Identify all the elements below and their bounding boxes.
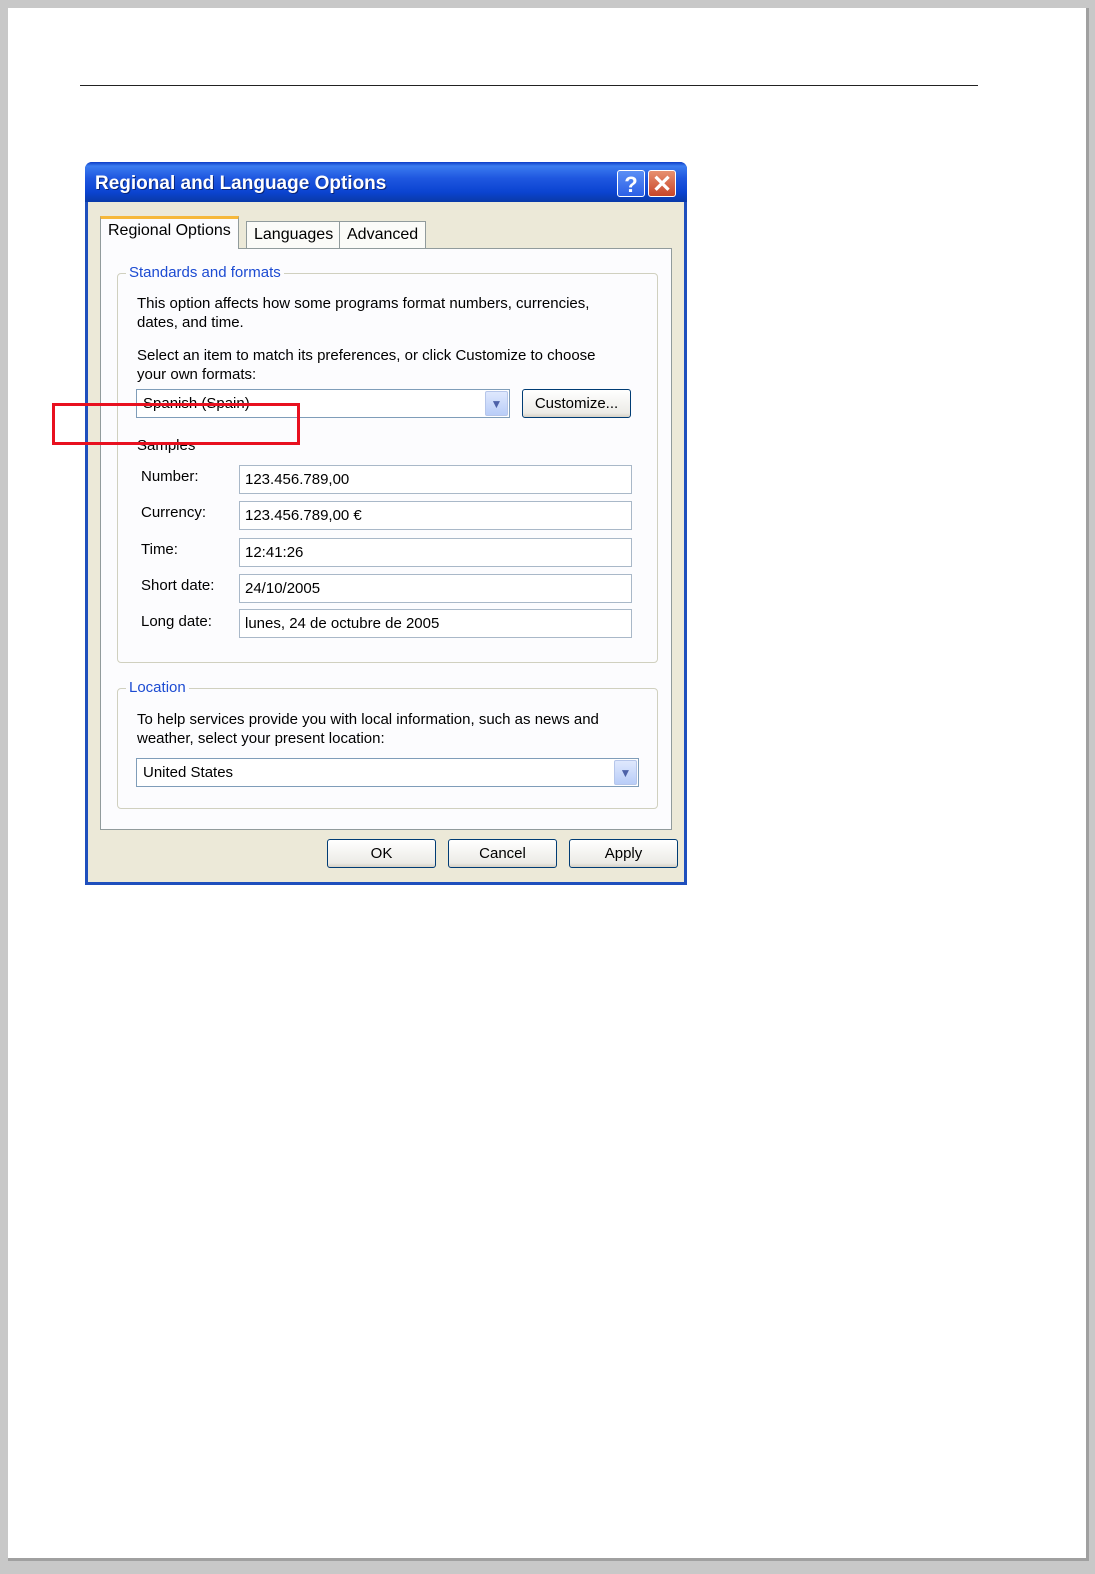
sample-field-long-date: lunes, 24 de octubre de 2005 [239,609,632,638]
sample-label-time: Time: [141,541,178,558]
standards-description-line2: dates, and time. [137,314,244,331]
header-rule [80,85,978,86]
sample-value-long-date: lunes, 24 de octubre de 2005 [245,615,440,632]
sample-label-long-date: Long date: [141,613,212,630]
help-icon[interactable]: ? [617,170,645,197]
sample-field-number: 123.456.789,00 [239,465,632,494]
group-title-standards: Standards and formats [126,264,284,281]
regional-options-panel: Standards and formats This option affect… [100,248,672,830]
location-description-line1: To help services provide you with local … [137,711,599,728]
select-instructions-line1: Select an item to match its preferences,… [137,347,596,364]
sample-label-currency: Currency: [141,504,207,521]
dialog-title: Regional and Language Options [95,173,387,194]
sample-label-short-date: Short date: [141,577,215,594]
chevron-down-icon[interactable]: ▼ [485,391,508,416]
sample-label-number: Number: [141,468,199,485]
customize-button[interactable]: Customize... [522,389,631,418]
short-date-highlight-box [52,403,300,445]
sample-field-short-date: 24/10/2005 [239,574,632,603]
location-group: Location To help services provide you wi… [117,679,658,809]
sample-value-number: 123.456.789,00 [245,471,350,488]
location-description-line2: weather, select your present location: [137,730,385,747]
group-title-location: Location [126,679,189,696]
standards-description-line1: This option affects how some programs fo… [137,295,590,312]
sample-value-currency: 123.456.789,00 € [245,507,362,524]
dialog-titlebar[interactable]: Regional and Language Options ? ✕ [85,162,687,202]
tab-advanced[interactable]: Advanced [339,221,427,248]
sample-field-time: 12:41:26 [239,538,632,567]
dialog-client-area: Regional Options Languages Advanced Stan… [88,202,684,882]
tab-languages[interactable]: Languages [246,221,342,248]
sample-value-short-date: 24/10/2005 [245,580,321,597]
location-select-value: United States [143,764,234,781]
standards-formats-group: Standards and formats This option affect… [117,264,658,663]
close-icon[interactable]: ✕ [648,170,676,198]
apply-button[interactable]: Apply [569,839,678,868]
location-select[interactable]: United States ▼ [136,758,639,787]
document-page: Regional and Language Options ? ✕ Region… [8,8,1089,1561]
select-instructions-line2: your own formats: [137,366,257,383]
sample-field-currency: 123.456.789,00 € [239,501,632,530]
tab-regional-options[interactable]: Regional Options [100,216,239,249]
chevron-down-icon[interactable]: ▼ [614,760,637,785]
regional-language-dialog: Regional and Language Options ? ✕ Region… [85,162,687,885]
cancel-button[interactable]: Cancel [448,839,557,868]
ok-button[interactable]: OK [327,839,436,868]
sample-value-time: 12:41:26 [245,544,304,561]
